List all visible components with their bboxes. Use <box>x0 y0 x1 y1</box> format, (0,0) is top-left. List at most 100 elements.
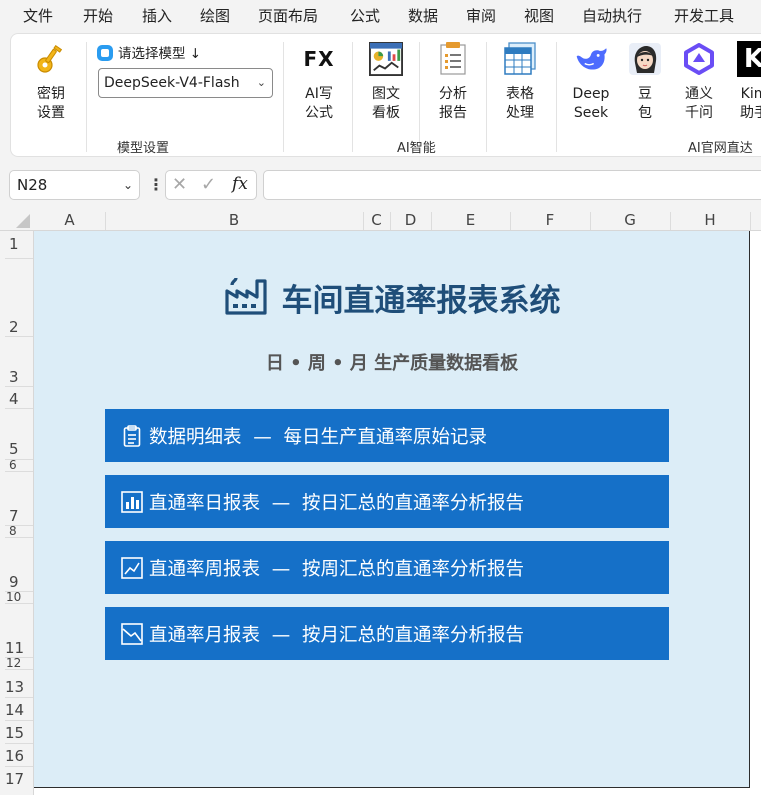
menu-view[interactable]: 视图 <box>524 5 554 26</box>
row-header-17[interactable]: 17 <box>0 771 34 787</box>
row-header-1[interactable]: 1 <box>0 236 34 252</box>
more-vertical-icon[interactable]: ⋮ <box>148 175 164 194</box>
row-header-2[interactable]: 2 <box>0 319 34 335</box>
analysis-report-button[interactable]: 分析 报告 <box>430 42 476 123</box>
row-divider <box>5 697 33 698</box>
menu-data[interactable]: 数据 <box>408 5 438 26</box>
row-header-7[interactable]: 7 <box>0 508 34 524</box>
row-divider <box>5 743 33 744</box>
monthly-report-button[interactable]: 直通率月报表 — 按月汇总的直通率分析报告 <box>105 607 669 660</box>
chevron-down-icon: ⌄ <box>256 76 266 89</box>
row-divider <box>5 766 33 767</box>
row-divider <box>5 537 33 538</box>
formula-tools: ✕ ✓ fx <box>165 170 257 200</box>
table-process-button[interactable]: 表格 处理 <box>497 42 543 123</box>
ribbon-divider <box>486 42 487 152</box>
column-header-c[interactable]: C <box>363 211 390 229</box>
row-headers: 1 2 3 4 5 6 7 8 9 10 11 12 13 14 15 16 1… <box>0 231 34 795</box>
row-header-11[interactable]: 11 <box>0 640 34 656</box>
row-divider <box>5 408 33 409</box>
column-header-f[interactable]: F <box>510 211 590 229</box>
doubao-label-2: 包 <box>638 105 652 121</box>
weekly-report-button[interactable]: 直通率周报表 — 按周汇总的直通率分析报告 <box>105 541 669 594</box>
ai-formula-button[interactable]: FX AI写 公式 <box>296 42 342 123</box>
area-chart-icon <box>121 622 143 645</box>
menu-home[interactable]: 开始 <box>83 5 113 26</box>
row-divider <box>5 669 33 670</box>
analysis-report-label-2: 报告 <box>439 105 467 121</box>
column-header-e[interactable]: E <box>431 211 510 229</box>
row-header-15[interactable]: 15 <box>0 725 34 741</box>
select-all-corner[interactable] <box>0 208 34 231</box>
kimi-label-1: Kim <box>740 86 761 102</box>
row-header-13[interactable]: 13 <box>0 679 34 695</box>
column-divider <box>750 212 751 230</box>
kimi-button[interactable]: K Kim 助手 <box>731 41 761 123</box>
row-header-3[interactable]: 3 <box>0 369 34 385</box>
column-header-h[interactable]: H <box>670 211 750 229</box>
row-header-16[interactable]: 16 <box>0 748 34 764</box>
deepseek-button[interactable]: Deep Seek <box>568 42 614 123</box>
ai-formula-label-2: 公式 <box>305 105 333 121</box>
button-description: 每日生产直通率原始记录 <box>283 426 488 448</box>
column-header-g[interactable]: G <box>590 211 670 229</box>
detail-table-button[interactable]: 数据明细表 — 每日生产直通率原始记录 <box>105 409 669 462</box>
page-subtitle: 日 • 周 • 月 生产质量数据看板 <box>265 353 519 374</box>
button-separator: — <box>271 558 291 580</box>
menu-review[interactable]: 审阅 <box>466 5 496 26</box>
table-process-label-1: 表格 <box>506 86 534 102</box>
ribbon: 密钥 设置 请选择模型 ↓ DeepSeek-V4-Flash ⌄ 模型设置 FX… <box>10 33 761 157</box>
tongyi-button[interactable]: 通义 千问 <box>676 42 722 123</box>
row-header-9[interactable]: 9 <box>0 574 34 590</box>
row-header-4[interactable]: 4 <box>0 391 34 407</box>
daily-report-button[interactable]: 直通率日报表 — 按日汇总的直通率分析报告 <box>105 475 669 528</box>
formula-input[interactable] <box>263 170 761 200</box>
table-process-label-2: 处理 <box>506 105 534 121</box>
menu-formulas[interactable]: 公式 <box>350 5 380 26</box>
key-settings-label-2: 设置 <box>37 105 65 121</box>
row-header-5[interactable]: 5 <box>0 441 34 457</box>
button-description: 按日汇总的直通率分析报告 <box>302 492 525 514</box>
fx-icon-text: FX <box>303 47 335 71</box>
tongyi-logo-icon <box>682 42 716 76</box>
daily-report-label: 直通率日报表 — 按日汇总的直通率分析报告 <box>149 489 524 515</box>
insert-function-icon[interactable]: fx <box>232 174 248 194</box>
confirm-icon[interactable]: ✓ <box>201 174 216 195</box>
key-settings-label-1: 密钥 <box>37 86 65 102</box>
deepseek-label-1: Deep <box>572 86 610 102</box>
menu-automate[interactable]: 自动执行 <box>582 5 642 26</box>
menu-page-layout[interactable]: 页面布局 <box>258 5 318 26</box>
ribbon-divider <box>352 42 353 152</box>
menu-draw[interactable]: 绘图 <box>200 5 230 26</box>
key-icon <box>34 42 68 76</box>
key-settings-button[interactable]: 密钥 设置 <box>28 42 74 123</box>
tongyi-label-2: 千问 <box>685 105 713 121</box>
row-divider <box>5 603 33 604</box>
dashboard-button[interactable]: 图文 看板 <box>363 42 409 123</box>
row-header-14[interactable]: 14 <box>0 702 34 718</box>
button-name: 直通率月报表 <box>149 624 261 646</box>
detail-table-label: 数据明细表 — 每日生产直通率原始记录 <box>149 423 487 449</box>
menu-file[interactable]: 文件 <box>23 5 53 26</box>
model-select[interactable]: DeepSeek-V4-Flash ⌄ <box>98 68 273 98</box>
doubao-button[interactable]: 豆包 <box>622 42 668 123</box>
dashboard-label-2: 看板 <box>372 105 400 121</box>
factory-icon <box>224 275 268 319</box>
table-icon <box>503 42 537 76</box>
column-header-b[interactable]: B <box>105 211 363 229</box>
menu-developer[interactable]: 开发工具 <box>674 5 734 26</box>
button-description: 按月汇总的直通率分析报告 <box>302 624 525 646</box>
name-box-value: N28 <box>17 176 48 194</box>
button-name: 直通率日报表 <box>149 492 261 514</box>
button-separator: — <box>271 492 291 514</box>
dashboard-panel: 车间直通率报表系统 日 • 周 • 月 生产质量数据看板 数据明细表 — 每日生… <box>34 231 750 788</box>
column-header-a[interactable]: A <box>34 211 105 229</box>
name-box[interactable]: N28 ⌄ <box>9 170 140 200</box>
column-header-d[interactable]: D <box>390 211 431 229</box>
button-separator: — <box>253 426 272 448</box>
menu-insert[interactable]: 插入 <box>142 5 172 26</box>
row-divider <box>5 386 33 387</box>
cancel-icon[interactable]: ✕ <box>172 174 187 195</box>
group-label-ai: AI智能 <box>397 141 436 156</box>
doubao-avatar-icon <box>628 42 662 76</box>
